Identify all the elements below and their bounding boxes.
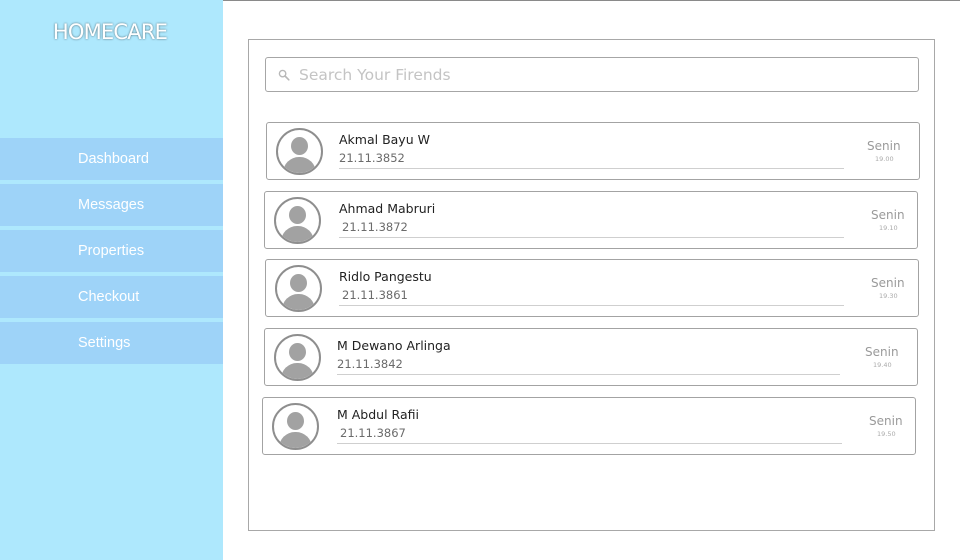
sidebar-item-dashboard[interactable]: Dashboard xyxy=(0,138,223,180)
friend-item[interactable]: M Dewano Arlinga 21.11.3842 Senin 19.40 xyxy=(264,328,918,386)
friend-day: Senin xyxy=(871,276,905,290)
friend-item[interactable]: Ahmad Mabruri 21.11.3872 Senin 19.10 xyxy=(264,191,918,249)
search-bar xyxy=(265,57,919,92)
divider xyxy=(339,305,844,306)
friend-name: Ridlo Pangestu xyxy=(339,269,432,284)
friend-time: 19.50 xyxy=(877,430,896,438)
friend-id: 21.11.3861 xyxy=(342,288,408,302)
friend-item[interactable]: M Abdul Rafii 21.11.3867 Senin 19.50 xyxy=(262,397,916,455)
friend-name: Ahmad Mabruri xyxy=(339,201,436,216)
sidebar-nav: Dashboard Messages Properties Checkout S… xyxy=(0,138,223,368)
friend-day: Senin xyxy=(869,414,903,428)
friend-id: 21.11.3867 xyxy=(340,426,406,440)
friend-day: Senin xyxy=(867,139,901,153)
friend-time: 19.40 xyxy=(873,361,892,369)
divider xyxy=(339,168,844,169)
brand-logo: HOMECARE xyxy=(52,20,168,44)
friend-day: Senin xyxy=(871,208,905,222)
avatar-icon xyxy=(274,197,321,244)
friend-day: Senin xyxy=(865,345,899,359)
divider xyxy=(337,443,842,444)
avatar-icon xyxy=(276,128,323,175)
friend-id: 21.11.3842 xyxy=(337,357,403,371)
friend-item[interactable]: Akmal Bayu W 21.11.3852 Senin 19.00 xyxy=(266,122,920,180)
friend-id: 21.11.3852 xyxy=(339,151,405,165)
search-input[interactable] xyxy=(299,59,899,90)
avatar-icon xyxy=(275,265,322,312)
sidebar-item-messages[interactable]: Messages xyxy=(0,184,223,226)
friend-time: 19.30 xyxy=(879,292,898,300)
friend-time: 19.00 xyxy=(875,155,894,163)
avatar-icon xyxy=(272,403,319,450)
friend-name: M Dewano Arlinga xyxy=(337,338,451,353)
sidebar-item-settings[interactable]: Settings xyxy=(0,322,223,364)
divider xyxy=(339,237,844,238)
friend-time: 19.10 xyxy=(879,224,898,232)
top-divider xyxy=(222,0,960,1)
sidebar: HOMECARE Dashboard Messages Properties C… xyxy=(0,0,223,560)
divider xyxy=(337,374,840,375)
search-icon[interactable] xyxy=(278,69,290,81)
friend-name: M Abdul Rafii xyxy=(337,407,419,422)
friend-name: Akmal Bayu W xyxy=(339,132,430,147)
friend-item[interactable]: Ridlo Pangestu 21.11.3861 Senin 19.30 xyxy=(265,259,919,317)
avatar-icon xyxy=(274,334,321,381)
friend-id: 21.11.3872 xyxy=(342,220,408,234)
sidebar-item-checkout[interactable]: Checkout xyxy=(0,276,223,318)
sidebar-item-properties[interactable]: Properties xyxy=(0,230,223,272)
